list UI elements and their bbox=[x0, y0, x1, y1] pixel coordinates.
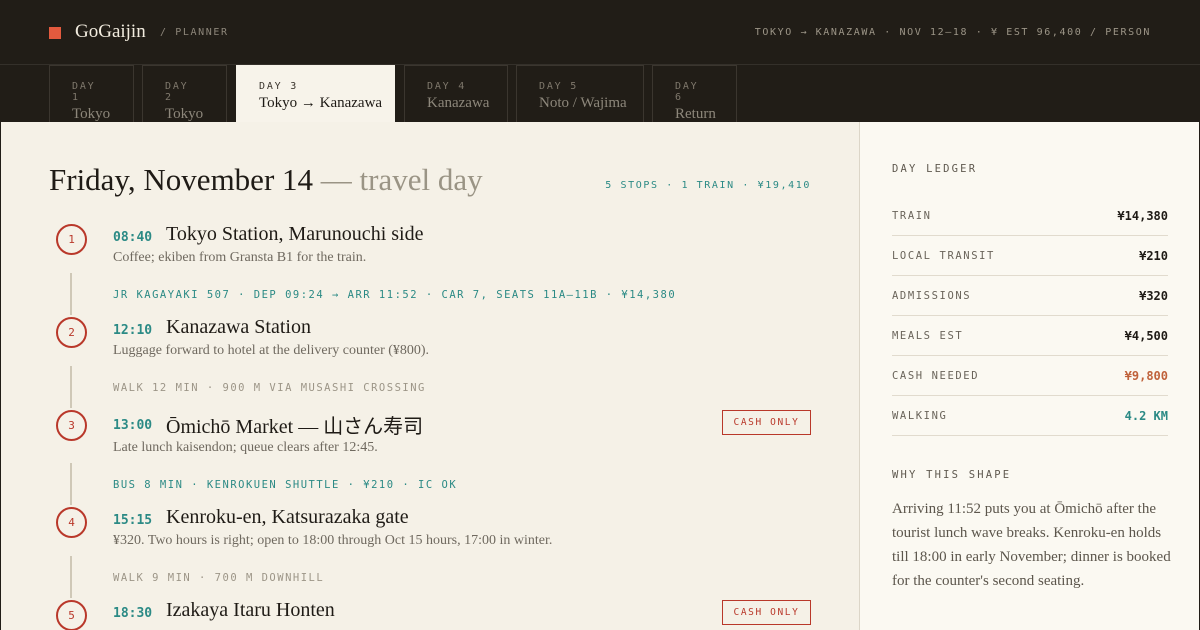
ledger-value: ¥14,380 bbox=[1117, 208, 1168, 223]
stop-note: Luggage forward to hotel at the delivery… bbox=[113, 343, 430, 358]
tab-day-label: DAY 4 bbox=[427, 81, 467, 92]
itinerary-panel: Friday, November 14 — travel day 5 STOPS… bbox=[1, 122, 859, 630]
ledger-label: WALKING bbox=[892, 409, 948, 422]
why-text: Arriving 11:52 puts you at Ōmichō after … bbox=[892, 501, 1171, 589]
timeline: 1 08:40 Tokyo Station, Marunouchi side C… bbox=[1, 122, 859, 630]
leg-walk: WALK 12 MIN · 900 M VIA MUSASHI CROSSING bbox=[113, 382, 426, 394]
tab-day-3[interactable]: DAY 3 Tokyo → Kanazawa bbox=[236, 65, 395, 123]
tab-day-label: DAY 2 bbox=[165, 81, 189, 103]
ledger-value: ¥9,800 bbox=[1124, 368, 1168, 383]
stop-time: 12:10 bbox=[113, 323, 153, 338]
top-bar: GoGaijin / PLANNER TOKYO → KANAZAWA · NO… bbox=[0, 0, 1200, 65]
brand-name[interactable]: GoGaijin bbox=[75, 21, 146, 43]
tab-day-6[interactable]: DAY 6 Return bbox=[652, 65, 737, 122]
stop-number-badge: 3 bbox=[56, 410, 87, 441]
timeline-connector bbox=[70, 556, 72, 598]
day-ledger: TRAIN ¥14,380 LOCAL TRANSIT ¥210 ADMISSI… bbox=[892, 196, 1168, 436]
ledger-title: DAY LEDGER bbox=[892, 163, 978, 175]
tab-day-5[interactable]: DAY 5 Noto / Wajima bbox=[516, 65, 644, 122]
stop-name[interactable]: Izakaya Itaru Honten bbox=[166, 599, 335, 622]
tab-city-label: Tokyo → Kanazawa bbox=[259, 95, 383, 111]
stop-name[interactable]: Kenroku-en, Katsurazaka gate bbox=[166, 506, 409, 529]
tab-city-label: Tokyo bbox=[72, 106, 111, 122]
tab-day-label: DAY 5 bbox=[539, 81, 579, 92]
tab-city-label: Return bbox=[675, 106, 716, 122]
ledger-row-train: TRAIN ¥14,380 bbox=[892, 196, 1168, 236]
leg-walk: WALK 9 MIN · 700 M DOWNHILL bbox=[113, 572, 325, 584]
ledger-label: CASH NEEDED bbox=[892, 369, 980, 382]
stop-time: 15:15 bbox=[113, 513, 153, 528]
ledger-row-admissions: ADMISSIONS ¥320 bbox=[892, 276, 1168, 316]
ledger-row-meals: MEALS EST ¥4,500 bbox=[892, 316, 1168, 356]
stop-name[interactable]: Tokyo Station, Marunouchi side bbox=[166, 223, 423, 246]
tab-day-1[interactable]: DAY 1 Tokyo bbox=[49, 65, 134, 122]
tab-day-label: DAY 1 bbox=[72, 81, 96, 103]
cash-only-badge: CASH ONLY bbox=[722, 600, 811, 625]
tab-city-label: Tokyo bbox=[165, 106, 204, 122]
stop-note: Late lunch kaisendon; queue clears after… bbox=[113, 440, 378, 455]
ledger-value: ¥210 bbox=[1139, 248, 1168, 263]
tab-day-label: DAY 3 bbox=[259, 81, 299, 92]
day-sidebar: DAY LEDGER TRAIN ¥14,380 LOCAL TRANSIT ¥… bbox=[859, 122, 1199, 630]
ledger-value: ¥320 bbox=[1139, 288, 1168, 303]
tab-day-4[interactable]: DAY 4 Kanazawa bbox=[404, 65, 508, 122]
stop-note: ¥320. Two hours is right; open to 18:00 … bbox=[113, 533, 553, 548]
stop-time: 08:40 bbox=[113, 230, 153, 245]
logo-mark-icon bbox=[49, 27, 61, 39]
stop-note: Coffee; ekiben from Gransta B1 for the t… bbox=[113, 250, 367, 265]
stop-name[interactable]: Kanazawa Station bbox=[166, 316, 311, 339]
stop-time: 13:00 bbox=[113, 418, 153, 433]
ledger-row-cash-needed: CASH NEEDED ¥9,800 bbox=[892, 356, 1168, 396]
timeline-connector bbox=[70, 463, 72, 505]
ledger-label: LOCAL TRANSIT bbox=[892, 249, 995, 262]
tab-day-label: DAY 6 bbox=[675, 81, 699, 103]
leg-bus: BUS 8 MIN · KENROKUEN SHUTTLE · ¥210 · I… bbox=[113, 479, 458, 491]
stop-name[interactable]: Ōmichō Market — 山さん寿司 bbox=[166, 410, 423, 439]
ledger-label: ADMISSIONS bbox=[892, 289, 972, 302]
stop-number-badge: 2 bbox=[56, 317, 87, 348]
leg-train: JR KAGAYAKI 507 · DEP 09:24 → ARR 11:52 … bbox=[113, 289, 677, 301]
ledger-row-walking: WALKING 4.2 KM bbox=[892, 396, 1168, 436]
ledger-label: MEALS EST bbox=[892, 329, 964, 342]
tab-city-label: Noto / Wajima bbox=[539, 95, 627, 111]
tab-day-2[interactable]: DAY 2 Tokyo bbox=[142, 65, 227, 122]
timeline-connector bbox=[70, 273, 72, 315]
cash-only-badge: CASH ONLY bbox=[722, 410, 811, 435]
ledger-value: 4.2 KM bbox=[1124, 408, 1168, 423]
ledger-value: ¥4,500 bbox=[1124, 328, 1168, 343]
tab-city-label: Kanazawa bbox=[427, 95, 490, 111]
trip-summary: TOKYO → KANAZAWA · NOV 12–18 · ¥ EST 96,… bbox=[754, 27, 1151, 38]
section-label: / PLANNER bbox=[160, 27, 229, 38]
stop-number-badge: 1 bbox=[56, 224, 87, 255]
ledger-label: TRAIN bbox=[892, 209, 932, 222]
stop-number-badge: 5 bbox=[56, 600, 87, 630]
why-title: WHY THIS SHAPE bbox=[892, 469, 1012, 481]
stop-number-badge: 4 bbox=[56, 507, 87, 538]
ledger-row-local-transit: LOCAL TRANSIT ¥210 bbox=[892, 236, 1168, 276]
stop-time: 18:30 bbox=[113, 606, 153, 621]
timeline-connector bbox=[70, 366, 72, 408]
